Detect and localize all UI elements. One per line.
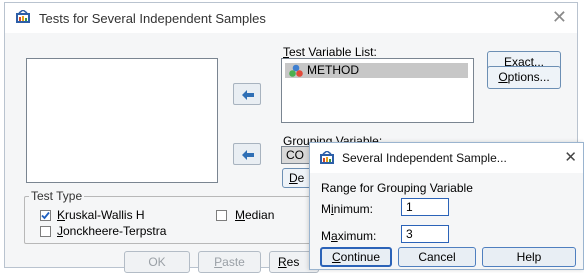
jonckheere-terpstra-checkbox[interactable] bbox=[40, 226, 51, 237]
minimum-input[interactable]: 1 bbox=[401, 198, 449, 216]
move-to-test-list-button[interactable] bbox=[233, 83, 261, 105]
continue-button[interactable]: Continue bbox=[320, 247, 392, 267]
median-checkbox[interactable] bbox=[216, 210, 227, 221]
variable-label: METHOD bbox=[307, 63, 359, 77]
sub-dialog-titlebar: Several Independent Sample... ✕ bbox=[310, 143, 583, 173]
list-item[interactable]: METHOD bbox=[285, 63, 468, 78]
range-label: Range for Grouping Variable bbox=[321, 181, 473, 195]
dialog-titlebar: Tests for Several Independent Samples ✕ bbox=[5, 3, 577, 33]
maximum-input[interactable]: 3 bbox=[401, 225, 449, 243]
checkmark-icon bbox=[41, 211, 50, 220]
median-label: Median bbox=[235, 208, 275, 222]
test-type-legend: Test Type bbox=[29, 189, 85, 203]
source-variable-list[interactable] bbox=[26, 58, 218, 183]
kruskal-wallis-label: Kruskal-Wallis H bbox=[57, 208, 145, 222]
close-icon[interactable]: ✕ bbox=[564, 148, 577, 166]
sub-dialog-title: Several Independent Sample... bbox=[342, 151, 507, 165]
spss-app-icon bbox=[16, 10, 30, 23]
options-button[interactable]: Options... bbox=[487, 66, 561, 89]
test-variable-list-label: Test Variable List: bbox=[283, 45, 377, 59]
jonckheere-terpstra-label: Jonckheere-Terpstra bbox=[57, 224, 167, 238]
spss-app-icon bbox=[320, 151, 334, 164]
move-to-grouping-button[interactable] bbox=[233, 143, 261, 165]
cancel-button[interactable]: Cancel bbox=[398, 247, 476, 267]
help-button[interactable]: Help bbox=[482, 247, 576, 267]
grouping-variable-value: CO bbox=[286, 148, 304, 162]
kruskal-wallis-checkbox[interactable] bbox=[40, 210, 51, 221]
arrow-left-icon bbox=[242, 90, 254, 100]
maximum-label: Maximum: bbox=[321, 229, 377, 243]
test-variable-list[interactable]: METHOD bbox=[281, 58, 474, 123]
dialog-title: Tests for Several Independent Samples bbox=[39, 11, 266, 26]
nominal-variable-icon bbox=[289, 64, 303, 77]
minimum-label: Minimum: bbox=[321, 202, 374, 216]
close-icon[interactable]: ✕ bbox=[552, 7, 567, 28]
define-range-dialog: Several Independent Sample... ✕ Range fo… bbox=[309, 142, 584, 270]
arrow-left-icon bbox=[242, 150, 254, 160]
